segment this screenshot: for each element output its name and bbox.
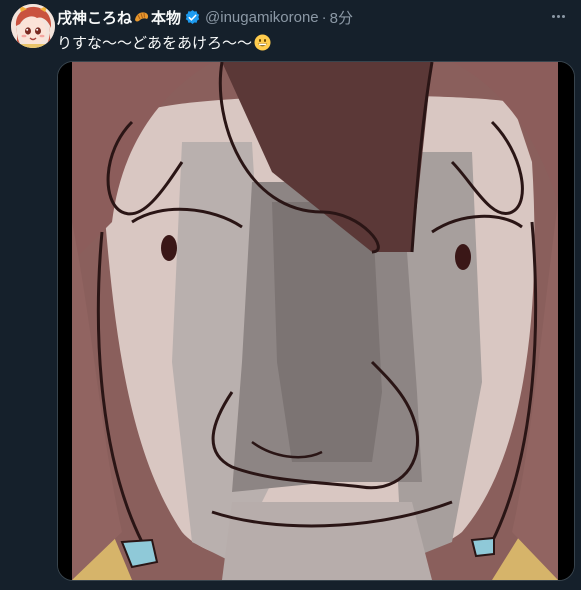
timestamp-link[interactable]: 8分: [330, 7, 353, 28]
tweet-card[interactable]: 戌神ころね 本物 @inugamikorone · 8分 りすな〜〜どあをあけろ…: [0, 0, 581, 590]
tweet-media-image[interactable]: [57, 61, 575, 581]
verified-badge-icon: [184, 9, 201, 26]
avatar-image: [11, 4, 55, 48]
more-horizontal-icon: [551, 14, 555, 18]
grinning-face-emoji: [254, 34, 271, 51]
more-dot: [556, 14, 560, 18]
tweet-header: 戌神ころね 本物 @inugamikorone · 8分: [57, 7, 353, 27]
tweet-text: りすな〜〜どあをあけろ〜〜: [57, 35, 253, 52]
name-suffix[interactable]: 本物: [151, 7, 181, 28]
anime-face-illustration: [58, 62, 574, 580]
display-name[interactable]: 戌神ころね: [57, 7, 132, 28]
more-dot: [561, 14, 565, 18]
avatar[interactable]: [11, 4, 55, 48]
user-handle[interactable]: @inugamikorone: [205, 9, 319, 26]
croissant-emoji: [133, 9, 150, 26]
separator-dot: ·: [321, 8, 327, 26]
tweet-text-row: りすな〜〜どあをあけろ〜〜: [57, 32, 271, 53]
more-options-button[interactable]: [546, 6, 570, 26]
